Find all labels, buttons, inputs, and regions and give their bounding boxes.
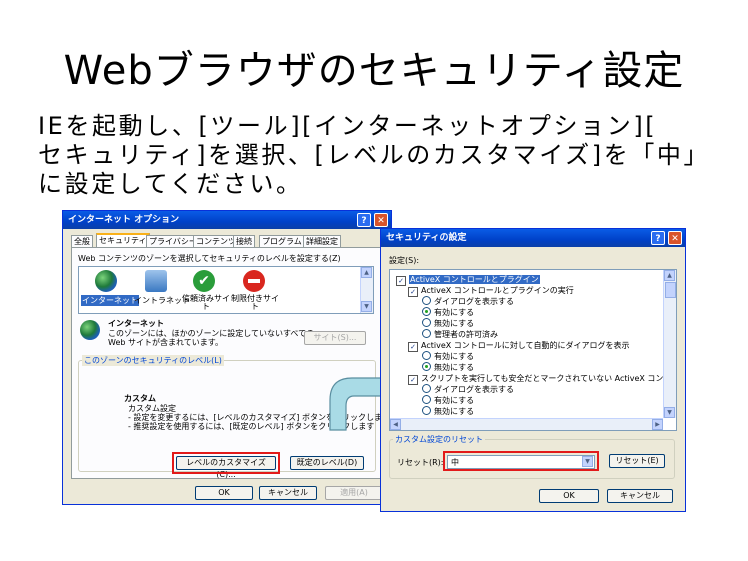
settings-category-icon: ✓ — [396, 276, 406, 286]
tree-item-label: ActiveX コントロールに対して自動的にダイアログを表示 — [421, 341, 630, 350]
security-settings-titlebar: セキュリティの設定 ? ✕ — [381, 229, 685, 247]
tree-option[interactable]: 管理者の許可済み — [422, 329, 498, 340]
tree-option[interactable]: 無効にする — [422, 406, 474, 417]
scroll-down-icon[interactable]: ▼ — [361, 301, 372, 312]
tree-option[interactable]: 有効にする — [422, 351, 474, 362]
scroll-up-icon[interactable]: ▲ — [361, 267, 372, 278]
tree-option[interactable]: 無効にする — [422, 362, 474, 373]
zone-item-internet[interactable]: インターネット — [81, 295, 139, 306]
highlight-box — [172, 452, 280, 474]
instruction-line: に設定してください。 — [38, 170, 303, 198]
zone-scrollbar[interactable]: ▲ ▼ — [360, 267, 373, 313]
help-icon[interactable]: ? — [357, 213, 371, 227]
tree-option[interactable]: ダイアログを表示する — [422, 296, 514, 307]
scroll-down-icon[interactable]: ▼ — [664, 407, 675, 418]
settings-category-icon: ✓ — [408, 375, 418, 385]
zone-item-restricted[interactable]: 制限付きサイ ト — [231, 295, 279, 311]
radio-button[interactable] — [422, 351, 431, 360]
security-level-group-label: このゾーンのセキュリティのレベル(L) — [82, 355, 224, 366]
instruction-line: セキュリティ]を選択、[レベルのカスタマイズ]を「中」 — [38, 141, 711, 169]
radio-button[interactable] — [422, 384, 431, 393]
tree-item-label: ダイアログを表示する — [434, 385, 514, 394]
tab-privacy[interactable]: プライバシー — [146, 235, 200, 247]
ok-button[interactable]: OK — [539, 489, 599, 503]
dialog-title: セキュリティの設定 — [386, 233, 467, 243]
settings-category-icon: ✓ — [408, 287, 418, 297]
tree-item-label: ダイアログを表示する — [434, 297, 514, 306]
settings-category-icon: ✓ — [408, 342, 418, 352]
radio-button[interactable] — [422, 307, 431, 316]
radio-button[interactable] — [422, 296, 431, 305]
internet-options-titlebar: インターネット オプション ? ✕ — [63, 211, 391, 229]
tree-item-label: 無効にする — [434, 319, 475, 328]
radio-button[interactable] — [422, 362, 431, 371]
scroll-right-icon[interactable]: ▶ — [652, 419, 663, 430]
zone-list[interactable]: インターネット イントラネット ✔ 信頼済みサイ ト 制限付きサイ ト ▲ ▼ — [78, 266, 374, 314]
help-icon[interactable]: ? — [651, 231, 665, 245]
zone-label-line: ト — [251, 302, 259, 311]
ok-button[interactable]: OK — [195, 486, 253, 500]
highlight-box — [443, 451, 599, 471]
radio-button[interactable] — [422, 318, 431, 327]
tab-security[interactable]: セキュリティ — [96, 233, 150, 248]
close-icon[interactable]: ✕ — [668, 231, 682, 245]
radio-button[interactable] — [422, 329, 431, 338]
slide-title: Webブラウザのセキュリティ設定 — [63, 48, 685, 94]
apply-button[interactable]: 適用(A) — [325, 486, 383, 500]
scroll-left-icon[interactable]: ◀ — [390, 419, 401, 430]
instruction-line: IEを起動し、[ツール][インターネットオプション][ — [38, 112, 658, 140]
zone-prompt: Web コンテンツのゾーンを選択してセキュリティのレベルを設定する(Z) — [78, 254, 341, 263]
cancel-button[interactable]: キャンセル — [607, 489, 673, 503]
radio-button[interactable] — [422, 395, 431, 404]
reset-label: リセット(R): — [397, 458, 444, 467]
tab-advanced[interactable]: 詳細設定 — [303, 235, 341, 247]
security-settings-dialog: セキュリティの設定 ? ✕ 設定(S): ✓ ActiveX コントロールとプラグ… — [380, 228, 686, 512]
tab-general[interactable]: 全般 — [71, 235, 93, 247]
dialog-title: インターネット オプション — [68, 215, 180, 225]
globe-icon — [80, 320, 100, 340]
reset-group-label: カスタム設定のリセット — [393, 434, 485, 445]
settings-label: 設定(S): — [389, 256, 420, 265]
tree-item-label: 無効にする — [434, 363, 475, 372]
tab-connections[interactable]: 接続 — [233, 235, 255, 247]
intranet-icon — [145, 270, 167, 292]
globe-icon — [95, 270, 117, 292]
tree-option[interactable]: 有効にする — [422, 307, 474, 318]
scroll-up-icon[interactable]: ▲ — [664, 270, 675, 281]
tree-item-label: 有効にする — [434, 396, 475, 405]
cancel-button[interactable]: キャンセル — [259, 486, 317, 500]
reset-button[interactable]: リセット(E) — [609, 454, 665, 468]
tree-item-label: ActiveX コントロールとプラグイン — [409, 275, 540, 284]
zone-description: Web サイトが含まれています。 — [108, 338, 223, 347]
instruction-text: IEを起動し、[ツール][インターネットオプション][ セキュリティ]を選択、[… — [38, 112, 728, 199]
vertical-scrollbar[interactable]: ▲ ▼ — [663, 270, 676, 418]
close-icon[interactable]: ✕ — [374, 213, 388, 227]
tree-option[interactable]: 無効にする — [422, 318, 474, 329]
zone-item-trusted[interactable]: 信頼済みサイ ト — [182, 295, 230, 311]
check-icon: ✔ — [193, 270, 215, 292]
tree-item-label: ActiveX コントロールとプラグインの実行 — [421, 286, 574, 295]
restricted-icon — [243, 270, 265, 292]
radio-button[interactable] — [422, 406, 431, 415]
settings-tree[interactable]: ✓ ActiveX コントロールとプラグイン ✓ ActiveX コントロールとプラ… — [389, 269, 677, 431]
tree-item-label: スクリプトを実行しても安全だとマークされていない ActiveX コントロー — [421, 374, 677, 383]
horizontal-scrollbar[interactable]: ◀ ▶ — [390, 418, 663, 430]
scroll-thumb[interactable] — [665, 282, 676, 298]
tree-item-label: 管理者の許可済み — [434, 330, 498, 339]
tab-programs[interactable]: プログラム — [259, 235, 305, 247]
tree-option[interactable]: 有効にする — [422, 395, 474, 406]
tree-item-label: 無効にする — [434, 407, 475, 416]
tree-item-label: 有効にする — [434, 308, 475, 317]
zone-label-line: ト — [202, 302, 210, 311]
tree-option[interactable]: ダイアログを表示する — [422, 384, 514, 395]
default-level-button[interactable]: 既定のレベル(D) — [290, 456, 364, 470]
tree-item-label: 有効にする — [434, 352, 475, 361]
